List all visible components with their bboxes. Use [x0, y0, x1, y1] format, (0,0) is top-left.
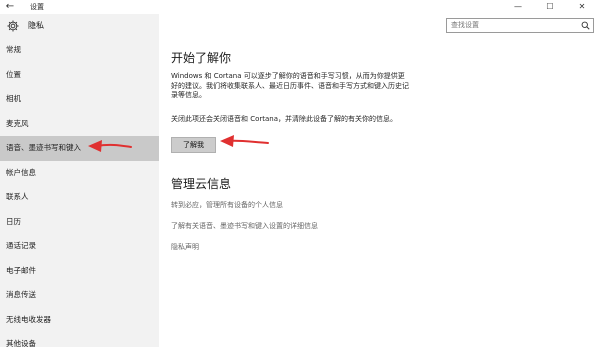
get-to-know-description: Windows 和 Cortana 可以逐步了解你的语音和手写习惯，从而为你提供… — [171, 72, 409, 99]
sidebar-item-account-info[interactable]: 帐户信息 — [0, 161, 159, 186]
sidebar: 隐私 常规 位置 相机 麦克风 语音、墨迹书写和键入 帐户信息 联系人 日历 通… — [0, 14, 159, 347]
get-to-know-heading: 开始了解你 — [171, 51, 232, 65]
back-button[interactable]: ← — [4, 1, 16, 13]
search-icon[interactable] — [581, 21, 590, 30]
window-title: 设置 — [30, 3, 44, 11]
sidebar-item-camera[interactable]: 相机 — [0, 87, 159, 112]
close-button[interactable]: ✕ — [567, 0, 597, 14]
sidebar-item-radios[interactable]: 无线电收发器 — [0, 308, 159, 333]
sidebar-item-general[interactable]: 常规 — [0, 38, 159, 63]
get-to-know-me-button[interactable]: 了解我 — [171, 137, 216, 153]
maximize-button[interactable]: ☐ — [535, 0, 565, 14]
learn-more-link[interactable]: 了解有关语音、墨迹书写和键入设置的详细信息 — [171, 221, 318, 231]
main-content: 开始了解你 Windows 和 Cortana 可以逐步了解你的语音和手写习惯，… — [159, 14, 600, 347]
privacy-statement-link[interactable]: 隐私声明 — [171, 242, 199, 252]
gear-icon — [7, 20, 19, 32]
nav-list: 常规 位置 相机 麦克风 语音、墨迹书写和键入 帐户信息 联系人 日历 通话记录… — [0, 38, 159, 347]
sidebar-item-email[interactable]: 电子邮件 — [0, 259, 159, 284]
search-box[interactable] — [446, 18, 594, 33]
sidebar-item-location[interactable]: 位置 — [0, 63, 159, 88]
sidebar-item-speech-inking-typing[interactable]: 语音、墨迹书写和键入 — [0, 136, 159, 161]
title-bar: ← 设置 — ☐ ✕ — [0, 0, 600, 14]
sidebar-item-calendar[interactable]: 日历 — [0, 210, 159, 235]
bing-manage-link[interactable]: 转到必应，管理所有设备的个人信息 — [171, 200, 283, 210]
sidebar-item-call-history[interactable]: 通话记录 — [0, 234, 159, 259]
sidebar-item-contacts[interactable]: 联系人 — [0, 185, 159, 210]
section-header: 隐私 — [0, 14, 159, 39]
sidebar-item-microphone[interactable]: 麦克风 — [0, 112, 159, 137]
sidebar-item-messaging[interactable]: 消息传送 — [0, 283, 159, 308]
search-input[interactable] — [451, 19, 571, 32]
section-title: 隐私 — [28, 21, 44, 30]
cloud-info-heading: 管理云信息 — [171, 177, 232, 191]
minimize-button[interactable]: — — [503, 0, 533, 14]
sidebar-item-other-devices[interactable]: 其他设备 — [0, 332, 159, 347]
turn-off-note: 关闭此项还会关闭语音和 Cortana，并清除此设备了解的有关你的信息。 — [171, 115, 398, 123]
